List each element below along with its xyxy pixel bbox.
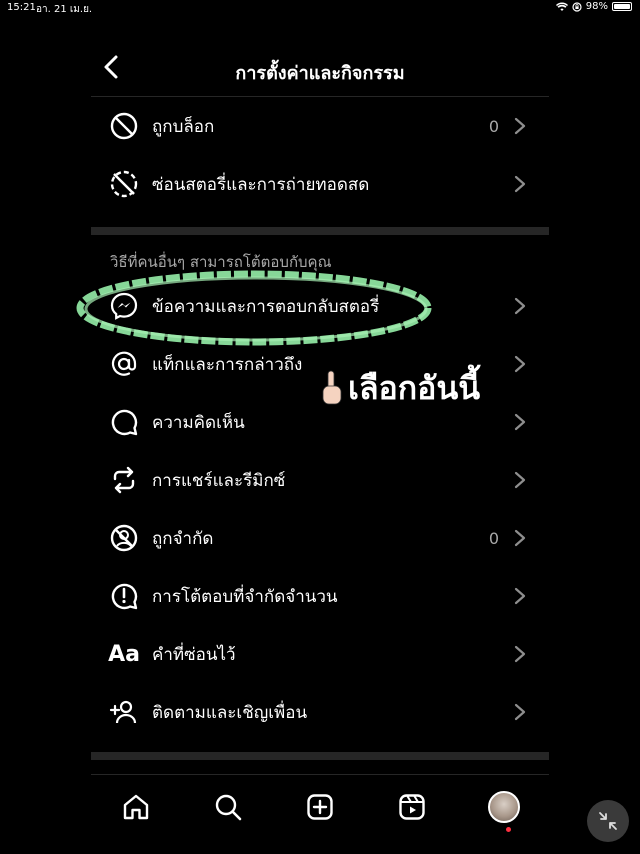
item-label: คำที่ซ่อนไว้ (152, 644, 236, 665)
battery-icon (612, 2, 632, 11)
profile-avatar (488, 791, 520, 823)
shrink-button[interactable] (587, 800, 629, 842)
create-icon (307, 794, 333, 820)
notification-dot (506, 827, 511, 832)
settings-item-limited[interactable]: การโต้ตอบที่จำกัดจำนวน (91, 567, 549, 625)
screen-lock-icon (572, 1, 582, 12)
battery-percent: 98% (585, 1, 608, 12)
chevron-right-icon (514, 587, 526, 605)
page-title: การตั้งค่าและกิจกรรม (235, 63, 405, 84)
item-label: ความคิดเห็น (152, 412, 245, 433)
annotation-text: เลือกอันนี้ (348, 369, 481, 407)
tab-profile[interactable] (486, 789, 522, 825)
item-count: 0 (488, 116, 499, 136)
item-label: การแชร์และรีมิกซ์ (152, 470, 286, 491)
section-divider (91, 227, 549, 235)
search-icon (215, 794, 242, 821)
limited-interactions-icon (108, 580, 140, 612)
item-label: ซ่อนสตอรี่และการถ่ายทอดสด (152, 174, 370, 195)
battery-fill (614, 4, 630, 9)
chevron-right-icon (514, 297, 526, 315)
status-time: 15:21 (7, 2, 36, 13)
at-sign-icon (108, 348, 140, 380)
tab-reels[interactable] (394, 789, 430, 825)
settings-item-hidden-words[interactable]: Aa คำที่ซ่อนไว้ (91, 625, 549, 683)
item-count: 0 (488, 528, 499, 548)
share-remix-icon (108, 464, 140, 496)
chevron-right-icon (514, 175, 526, 193)
item-label: ถูกจำกัด (152, 528, 214, 549)
block-icon (108, 110, 140, 142)
status-indicators: 98% (555, 1, 632, 12)
settings-panel: การตั้งค่าและกิจกรรม ถูกบล็อก 0 ซ่อนสตอร… (91, 40, 549, 853)
comment-icon (108, 406, 140, 438)
chevron-right-icon (514, 117, 526, 135)
annotation: เลือกอันนี้ (318, 363, 480, 414)
home-icon (123, 794, 149, 820)
settings-item-restricted[interactable]: ถูกจำกัด 0 (91, 509, 549, 567)
tab-create[interactable] (302, 789, 338, 825)
bottom-divider (91, 752, 549, 760)
status-date: อา. 21 เม.ย. (36, 4, 93, 15)
settings-item-sharing[interactable]: การแชร์และรีมิกซ์ (91, 451, 549, 509)
chevron-right-icon (514, 703, 526, 721)
status-bar: 15:21 อา. 21 เม.ย. 98% (0, 0, 640, 16)
add-friend-icon (108, 696, 140, 728)
chevron-right-icon (514, 529, 526, 547)
header: การตั้งค่าและกิจกรรม (91, 40, 549, 97)
wifi-icon (555, 2, 568, 11)
hidden-words-icon: Aa (108, 641, 140, 667)
settings-item-blocked[interactable]: ถูกบล็อก 0 (91, 97, 549, 155)
item-label: การโต้ตอบที่จำกัดจำนวน (152, 586, 338, 607)
pointing-hand-icon (322, 370, 342, 404)
chevron-right-icon (514, 471, 526, 489)
tab-home[interactable] (118, 789, 154, 825)
tab-bar (91, 774, 549, 854)
item-label: แท็กและการกล่าวถึง (152, 354, 303, 375)
tab-search[interactable] (210, 789, 246, 825)
chevron-right-icon (514, 355, 526, 373)
collapse-arrows-icon (599, 812, 617, 830)
chevron-right-icon (514, 645, 526, 663)
settings-item-hide-story[interactable]: ซ่อนสตอรี่และการถ่ายทอดสด (91, 155, 549, 213)
hide-story-icon (108, 168, 140, 200)
settings-item-follow-invite[interactable]: ติดตามและเชิญเพื่อน (91, 683, 549, 741)
reels-icon (399, 794, 425, 820)
restricted-icon (108, 522, 140, 554)
chevron-right-icon (514, 413, 526, 431)
item-label: ติดตามและเชิญเพื่อน (152, 702, 308, 723)
highlight-scribble (76, 270, 432, 346)
item-label: ถูกบล็อก (152, 116, 215, 137)
